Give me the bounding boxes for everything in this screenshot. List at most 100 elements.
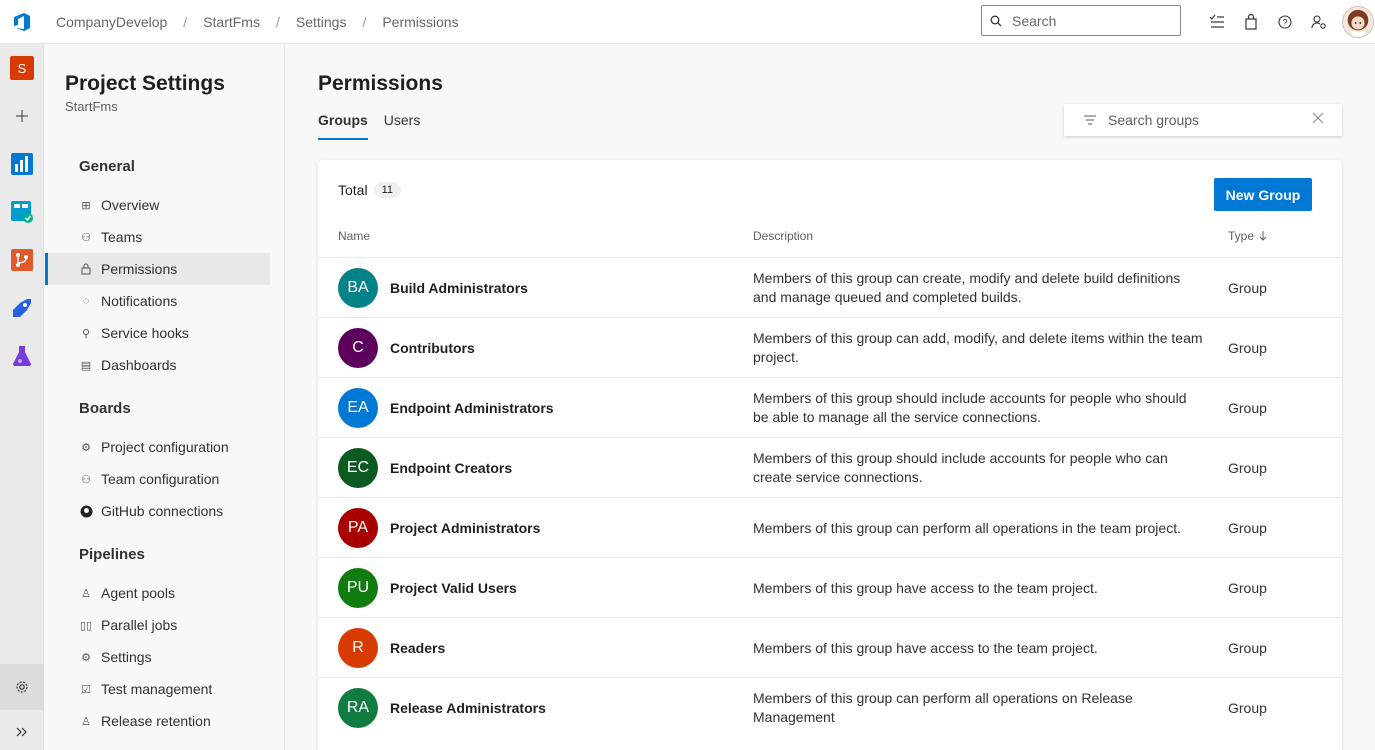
total-count-badge: 11	[373, 182, 401, 198]
test-plans-hub-icon[interactable]	[0, 332, 44, 380]
table-row[interactable]: EC Endpoint Creators Members of this group…	[318, 437, 1342, 497]
azure-devops-logo-icon[interactable]	[0, 0, 44, 44]
groups-list: BA Build Administrators Members of this gr…	[318, 257, 1342, 737]
group-type: Group	[1228, 580, 1267, 596]
lock-icon	[79, 262, 93, 276]
new-group-button[interactable]: New Group	[1214, 178, 1312, 211]
nav-section-pipelines: Pipelines	[79, 546, 145, 563]
breadcrumb-separator: /	[183, 13, 188, 30]
total-label: Total	[338, 182, 368, 198]
teams-icon: ⚇	[81, 231, 91, 244]
group-name[interactable]: Build Administrators	[390, 280, 528, 296]
notification-icon: ◌	[82, 295, 90, 307]
add-icon[interactable]	[0, 92, 44, 140]
nav-item-label: Release retention	[101, 713, 211, 729]
column-header-type[interactable]: Type	[1228, 229, 1267, 243]
group-name[interactable]: Readers	[390, 640, 445, 656]
close-icon[interactable]	[1312, 112, 1324, 124]
main-content: Permissions Groups Users Search groups T…	[286, 44, 1375, 750]
nav-item-label: Dashboards	[101, 357, 177, 373]
help-icon[interactable]: ?	[1268, 5, 1302, 39]
column-header-type-label: Type	[1228, 229, 1255, 243]
github-icon	[79, 504, 93, 518]
group-avatar: PA	[338, 508, 378, 548]
nav-item-label: Test management	[101, 681, 213, 697]
nav-item-overview[interactable]: ⊞ Overview	[45, 189, 270, 221]
user-settings-icon[interactable]	[1302, 5, 1336, 39]
breadcrumb-settings[interactable]: Settings	[296, 14, 347, 30]
group-type: Group	[1228, 640, 1267, 656]
breadcrumb-organization[interactable]: CompanyDevelop	[56, 14, 167, 30]
project-avatar: S	[10, 56, 34, 80]
group-avatar: EA	[338, 388, 378, 428]
pipelines-hub-icon[interactable]	[0, 284, 44, 332]
project-switcher[interactable]: S	[0, 44, 44, 92]
nav-subtitle: StartFms	[65, 99, 118, 114]
task-list-icon[interactable]	[1200, 5, 1234, 39]
nav-item-settings[interactable]: ⚙ Settings	[45, 641, 270, 673]
nav-item-agent-pools[interactable]: ♙ Agent pools	[45, 577, 270, 609]
sort-descending-icon	[1259, 231, 1267, 241]
user-avatar[interactable]	[1342, 6, 1374, 38]
group-name[interactable]: Project Valid Users	[390, 580, 517, 596]
project-configuration-icon: ⚙	[81, 441, 91, 454]
group-name[interactable]: Endpoint Creators	[390, 460, 512, 476]
group-description: Members of this group should include acc…	[753, 450, 1168, 485]
service-hooks-icon: ⚲	[81, 327, 91, 340]
table-row[interactable]: BA Build Administrators Members of this gr…	[318, 257, 1342, 317]
repos-hub-icon[interactable]	[0, 236, 44, 284]
search-input[interactable]: Search	[981, 5, 1181, 36]
group-name[interactable]: Release Administrators	[390, 700, 546, 716]
breadcrumb-separator: /	[275, 13, 280, 30]
test-management-icon: ☑	[81, 683, 91, 696]
table-row[interactable]: PA Project Administrators Members of this …	[318, 497, 1342, 557]
nav-item-teams[interactable]: ⚇ Teams	[45, 221, 270, 253]
nav-title: Project Settings	[65, 72, 225, 95]
table-row[interactable]: EA Endpoint Administrators Members of this…	[318, 377, 1342, 437]
group-name[interactable]: Contributors	[390, 340, 475, 356]
group-type: Group	[1228, 280, 1267, 296]
nav-item-parallel-jobs[interactable]: ▯▯ Parallel jobs	[45, 609, 270, 641]
left-rail: S	[0, 44, 44, 750]
group-search-input[interactable]: Search groups	[1064, 104, 1342, 136]
group-avatar: RA	[338, 688, 378, 728]
svg-text:?: ?	[1282, 18, 1287, 28]
tab-groups[interactable]: Groups	[318, 112, 368, 140]
nav-item-label: Project configuration	[101, 439, 229, 455]
dashboards-icon: ▤	[80, 359, 92, 372]
group-name[interactable]: Project Administrators	[390, 520, 540, 536]
nav-item-label: Team configuration	[101, 471, 220, 487]
nav-item-label: GitHub connections	[101, 503, 224, 519]
overview-hub-icon[interactable]	[0, 140, 44, 188]
nav-section-general: General	[79, 158, 135, 175]
breadcrumb-permissions[interactable]: Permissions	[382, 14, 458, 30]
nav-item-service-hooks[interactable]: ⚲ Service hooks	[45, 317, 270, 349]
tab-users[interactable]: Users	[384, 112, 421, 140]
nav-item-team-configuration[interactable]: ⚇ Team configuration	[45, 463, 270, 495]
nav-item-notifications[interactable]: ◌ Notifications	[45, 285, 270, 317]
nav-item-github-connections[interactable]: GitHub connections	[45, 495, 270, 527]
nav-item-label: Notifications	[101, 293, 178, 309]
gear-icon: ⚙	[81, 651, 91, 664]
nav-item-project-configuration[interactable]: ⚙ Project configuration	[45, 431, 270, 463]
search-placeholder: Search	[1012, 12, 1057, 29]
nav-item-test-management[interactable]: ☑ Test management	[45, 673, 270, 705]
breadcrumb-project[interactable]: StartFms	[203, 14, 260, 30]
shopping-bag-icon[interactable]	[1234, 5, 1268, 39]
nav-item-dashboards[interactable]: ▤ Dashboards	[45, 349, 270, 381]
group-name[interactable]: Endpoint Administrators	[390, 400, 554, 416]
breadcrumb: CompanyDevelop / StartFms / Settings / P…	[56, 14, 459, 30]
expand-rail-icon[interactable]	[0, 714, 44, 750]
nav-item-release-retention[interactable]: ♙ Release retention	[45, 705, 270, 737]
column-header-description[interactable]: Description	[753, 229, 813, 243]
group-description: Members of this group can perform all op…	[753, 519, 1181, 536]
table-row[interactable]: RA Release Administrators Members of this …	[318, 677, 1342, 737]
boards-hub-icon[interactable]	[0, 188, 44, 236]
column-header-name[interactable]: Name	[338, 229, 370, 243]
table-row[interactable]: C Contributors Members of this group can a…	[318, 317, 1342, 377]
table-row[interactable]: R Readers Members of this group have acces…	[318, 617, 1342, 677]
table-row[interactable]: PU Project Valid Users Members of this gro…	[318, 557, 1342, 617]
search-icon	[990, 15, 1002, 26]
project-settings-icon[interactable]	[0, 664, 44, 710]
nav-item-permissions[interactable]: Permissions	[45, 253, 270, 285]
